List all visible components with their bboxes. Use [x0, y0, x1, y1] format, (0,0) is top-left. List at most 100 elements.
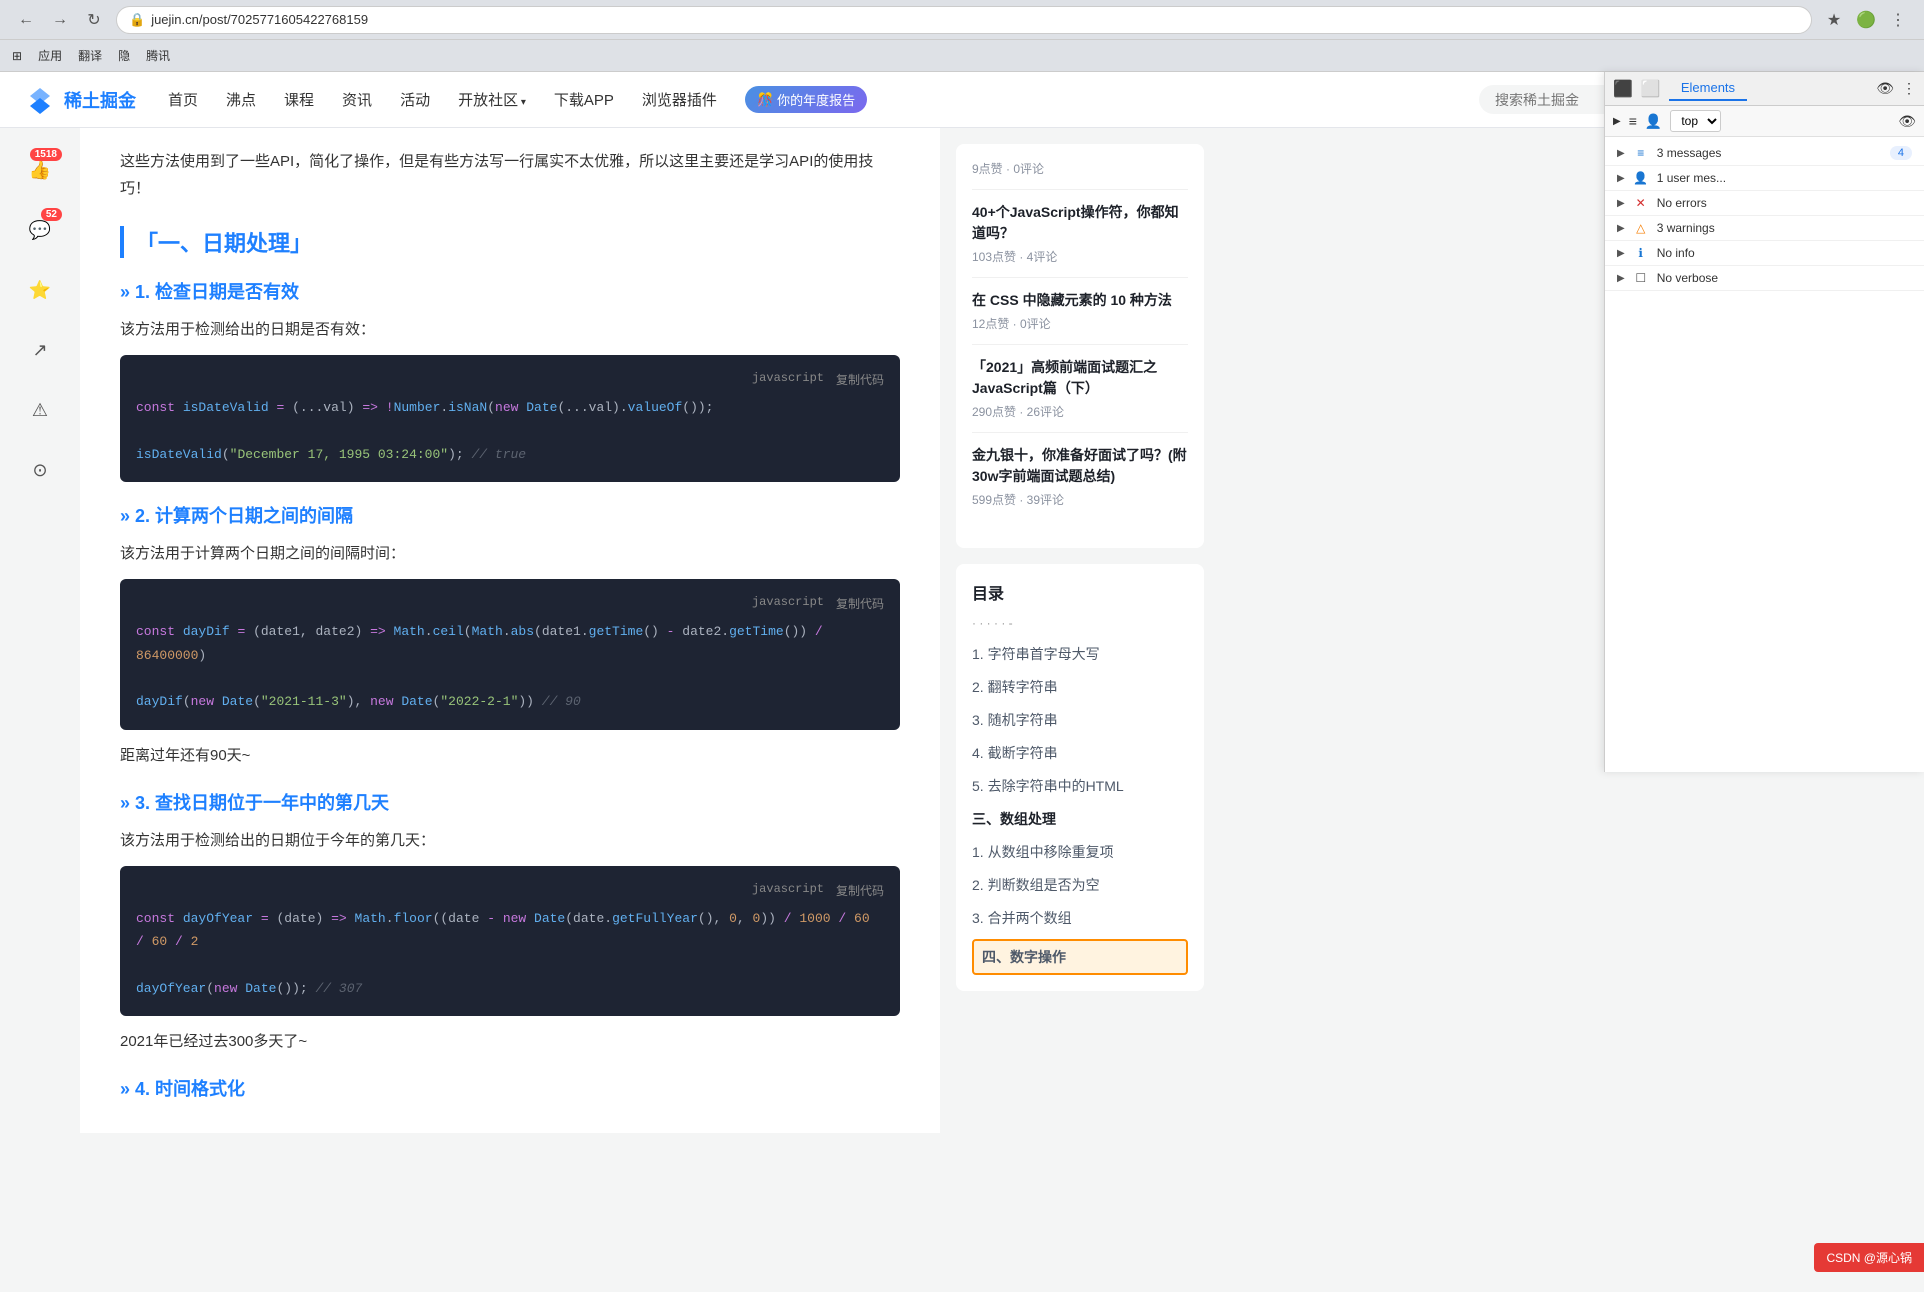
code-line-2-1: const dayDif = (date1, date2) => Math.ce…	[136, 620, 884, 667]
devtools-layout-icon[interactable]: ⬜	[1641, 79, 1661, 99]
devtools-user-icon: 👤	[1645, 113, 1662, 130]
nav-activity[interactable]: 活动	[400, 89, 430, 110]
nav-trending[interactable]: 沸点	[226, 89, 256, 110]
related-article-3[interactable]: 在 CSS 中隐藏元素的 10 种方法 12点赞 · 0评论	[972, 290, 1188, 345]
toc-item-array-2[interactable]: 2. 判断数组是否为空	[972, 869, 1188, 902]
code-block-1: javascript 复制代码 const isDateValid = (...…	[120, 355, 900, 482]
toc-highlighted-item[interactable]: 四、数字操作	[972, 939, 1188, 975]
related-article-5[interactable]: 金九银十，你准备好面试了吗？(附30w字前端面试题总结) 599点赞 · 39评…	[972, 445, 1188, 520]
console-item-verbose[interactable]: ▶ ☐ No verbose	[1605, 266, 1924, 291]
nav-plugin[interactable]: 浏览器插件	[642, 89, 717, 110]
apps-icon: ⊞	[12, 49, 22, 63]
share-action[interactable]: ↗	[14, 324, 66, 376]
bookmark-hidden[interactable]: 隐	[118, 47, 130, 64]
reload-button[interactable]: ↻	[80, 6, 108, 34]
article1-meta: 9点赞 · 0评论	[972, 160, 1188, 177]
warning-icon: △	[1633, 220, 1649, 236]
bookmark-apps[interactable]: 应用	[38, 47, 62, 64]
devtools-more-icon[interactable]: ⋮	[1902, 80, 1916, 97]
article5-title[interactable]: 金九银十，你准备好面试了吗？(附30w字前端面试题总结)	[972, 445, 1188, 487]
bookmark-tencent[interactable]: 腾讯	[146, 47, 170, 64]
back-button[interactable]: ←	[12, 6, 40, 34]
comment-action[interactable]: 💬 52	[14, 204, 66, 256]
report-action[interactable]: ⚠	[14, 384, 66, 436]
fullscreen-action[interactable]: ⊙	[14, 444, 66, 496]
expand-arrow-3: ▶	[1617, 198, 1625, 209]
toc-item-4[interactable]: 4. 截断字符串	[972, 737, 1188, 770]
copy-btn-2[interactable]: 复制代码	[836, 595, 884, 612]
devtools-toolbar: ⬛ ⬜ Elements 👁 ⋮	[1605, 72, 1924, 106]
devtools-eye-icon[interactable]: 👁	[1876, 80, 1894, 97]
address-bar[interactable]: 🔒 juejin.cn/post/7025771605422768159	[116, 6, 1812, 34]
sub4-title: 4. 时间格式化	[120, 1075, 900, 1101]
devtools-toggle-icon[interactable]: ⬛	[1613, 79, 1633, 99]
comment-badge: 52	[41, 208, 62, 221]
toc-item-5[interactable]: 5. 去除字符串中的HTML	[972, 770, 1188, 803]
sub1-desc: 该方法用于检测给出的日期是否有效：	[120, 316, 900, 343]
devtools-panel: ⬛ ⬜ Elements 👁 ⋮ ▶ ≡ 👤 top 👁 ▶ ≡ 3 messa…	[1604, 72, 1924, 772]
verbose-text: No verbose	[1657, 271, 1912, 285]
logo[interactable]: 稀土掘金	[24, 84, 136, 116]
article2-title[interactable]: 40+个JavaScript操作符，你都知道吗？	[972, 202, 1188, 244]
nav-download[interactable]: 下载APP	[554, 89, 614, 110]
code1-lang: javascript	[752, 371, 824, 388]
nav-items: 首页 沸点 课程 资讯 活动 开放社区 下载APP 浏览器插件 🎊 你的年度报告	[168, 86, 867, 113]
code-block-3: javascript 复制代码 const dayOfYear = (date)…	[120, 866, 900, 1017]
sub1-title: 1. 检查日期是否有效	[120, 278, 900, 304]
sub3-desc: 该方法用于检测给出的日期位于今年的第几天：	[120, 827, 900, 854]
sub2-desc: 该方法用于计算两个日期之间的间隔时间：	[120, 540, 900, 567]
code-line-2-2	[136, 667, 884, 690]
toc-item-2[interactable]: 2. 翻转字符串	[972, 671, 1188, 704]
related-article-2[interactable]: 40+个JavaScript操作符，你都知道吗？ 103点赞 · 4评论	[972, 202, 1188, 278]
related-article-4[interactable]: 「2021」高频前端面试题汇之 JavaScript篇（下） 290点赞 · 2…	[972, 357, 1188, 433]
article4-title[interactable]: 「2021」高频前端面试题汇之 JavaScript篇（下）	[972, 357, 1188, 399]
user-text: 1 user mes...	[1657, 171, 1912, 185]
share-icon: ↗	[22, 332, 58, 368]
console-item-info[interactable]: ▶ ℹ No info	[1605, 241, 1924, 266]
article3-title[interactable]: 在 CSS 中隐藏元素的 10 种方法	[972, 290, 1188, 311]
article2-meta: 103点赞 · 4评论	[972, 248, 1188, 265]
nav-news[interactable]: 资讯	[342, 89, 372, 110]
devtools-context-select[interactable]: top	[1670, 110, 1721, 132]
nav-home[interactable]: 首页	[168, 89, 198, 110]
toc-item-array-3[interactable]: 3. 合并两个数组	[972, 902, 1188, 935]
copy-btn-1[interactable]: 复制代码	[836, 371, 884, 388]
nav-courses[interactable]: 课程	[284, 89, 314, 110]
messages-text: 3 messages	[1657, 146, 1882, 160]
devtools-eye-icon2[interactable]: 👁	[1898, 113, 1916, 130]
console-item-user[interactable]: ▶ 👤 1 user mes...	[1605, 166, 1924, 191]
code2-lang: javascript	[752, 595, 824, 612]
profile-button[interactable]: 🟢	[1852, 6, 1880, 34]
toc-section: 目录 · · · · · - 1. 字符串首字母大写 2. 翻转字符串 3. 随…	[956, 564, 1204, 991]
nav-community[interactable]: 开放社区	[458, 89, 526, 110]
forward-button[interactable]: →	[46, 6, 74, 34]
console-item-warnings[interactable]: ▶ △ 3 warnings	[1605, 216, 1924, 241]
code-line-1-1: const isDateValid = (...val) => !Number.…	[136, 396, 884, 419]
devtools-expand-icon: ▶	[1613, 116, 1621, 127]
bookmark-translate[interactable]: 翻译	[78, 47, 102, 64]
expand-arrow-2: ▶	[1617, 173, 1625, 184]
menu-button[interactable]: ⋮	[1884, 6, 1912, 34]
toc-item-1[interactable]: 1. 字符串首字母大写	[972, 638, 1188, 671]
copy-btn-3[interactable]: 复制代码	[836, 882, 884, 899]
error-icon: ✕	[1633, 195, 1649, 211]
fullscreen-icon: ⊙	[22, 452, 58, 488]
toc-section-array[interactable]: 三、数组处理	[972, 803, 1188, 836]
comment-icon: 💬 52	[22, 212, 58, 248]
toc-item-array-1[interactable]: 1. 从数组中移除重复项	[972, 836, 1188, 869]
console-item-messages[interactable]: ▶ ≡ 3 messages 4	[1605, 141, 1924, 166]
right-sidebar: 9点赞 · 0评论 40+个JavaScript操作符，你都知道吗？ 103点赞…	[940, 128, 1220, 1133]
star-action[interactable]: ⭐	[14, 264, 66, 316]
like-action[interactable]: 👍 1518	[14, 144, 66, 196]
article-intro: 这些方法使用到了一些API，简化了操作，但是有些方法写一行属实不太优雅，所以这里…	[120, 148, 900, 202]
article4-meta: 290点赞 · 26评论	[972, 403, 1188, 420]
code-line-3-1: const dayOfYear = (date) => Math.floor((…	[136, 907, 884, 954]
extensions-button[interactable]: ★	[1820, 6, 1848, 34]
console-item-errors[interactable]: ▶ ✕ No errors	[1605, 191, 1924, 216]
promo-badge[interactable]: 🎊 你的年度报告	[745, 86, 867, 113]
csdn-badge[interactable]: CSDN @源心锅	[1814, 1243, 1924, 1272]
toc-item-3[interactable]: 3. 随机字符串	[972, 704, 1188, 737]
info-icon: ℹ	[1633, 245, 1649, 261]
star-icon: ⭐	[22, 272, 58, 308]
devtools-tab-elements[interactable]: Elements	[1669, 76, 1747, 101]
